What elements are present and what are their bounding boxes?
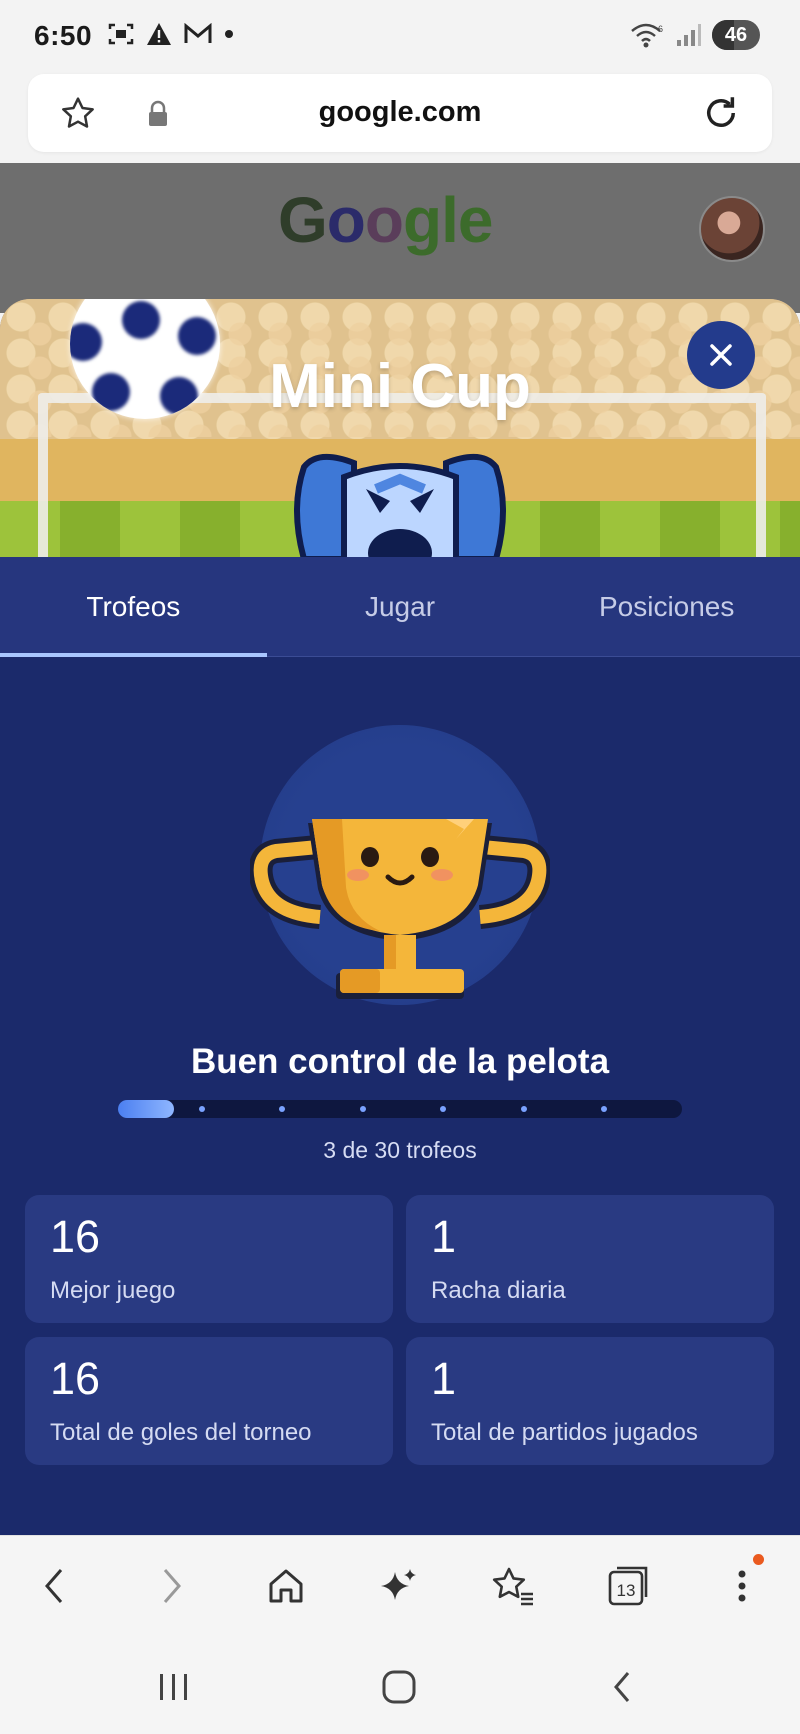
gmail-icon — [184, 23, 212, 43]
mini-cup-panel: Mini Cup Trofeos Jugar Posiciones Buen c… — [0, 299, 800, 1535]
bookmarks-icon[interactable] — [491, 1566, 535, 1606]
trophies-content: Buen control de la pelota 3 de 30 trofeo… — [0, 657, 800, 1535]
status-time: 6:50 — [34, 20, 93, 51]
trophy-progress-fill — [118, 1100, 175, 1118]
home-system-button[interactable] — [374, 1667, 424, 1707]
back-button[interactable] — [24, 1556, 84, 1616]
stat-value: 1 — [431, 1211, 457, 1262]
forward-button[interactable] — [142, 1556, 202, 1616]
battery-indicator: 46 — [712, 20, 760, 50]
google-doodle-logo[interactable]: Google — [278, 183, 493, 257]
address-bar[interactable]: google.com — [28, 74, 772, 152]
stat-card-goles-torneo: 16 Total de goles del torneo — [25, 1337, 393, 1465]
stat-label: Racha diaria — [431, 1277, 566, 1304]
stat-label: Mejor juego — [50, 1277, 176, 1304]
progress-milestone-dot — [279, 1106, 286, 1112]
bookmarks-button[interactable] — [483, 1556, 543, 1616]
system-navigation-bar — [0, 1635, 800, 1734]
more-menu-button[interactable] — [712, 1554, 772, 1616]
svg-text:6: 6 — [658, 24, 663, 34]
trophy-icon — [250, 819, 550, 999]
stat-label: Total de partidos jugados — [431, 1419, 698, 1446]
progress-milestone-dot — [601, 1106, 608, 1112]
stat-card-partidos-jugados: 1 Total de partidos jugados — [406, 1337, 774, 1465]
status-system-icons: 6 46 — [630, 20, 760, 50]
progress-milestone-dot — [520, 1106, 527, 1112]
more-icon[interactable] — [732, 1566, 752, 1606]
tab-posiciones[interactable]: Posiciones — [533, 557, 800, 656]
stat-label: Total de goles del torneo — [50, 1419, 312, 1446]
account-avatar[interactable] — [699, 196, 765, 262]
home-button[interactable] — [256, 1556, 316, 1616]
progress-milestone-dot — [198, 1106, 205, 1112]
stat-value: 16 — [50, 1211, 101, 1262]
browser-bottom-toolbar: 13 — [0, 1535, 800, 1635]
stat-card-mejor-juego: 16 Mejor juego — [25, 1195, 393, 1323]
trophy-progress-text: 3 de 30 trofeos — [323, 1137, 477, 1163]
status-bar: 6:50 6 46 — [0, 0, 800, 70]
stat-card-racha-diaria: 1 Racha diaria — [406, 1195, 774, 1323]
close-button[interactable] — [687, 321, 755, 389]
back-system-button[interactable] — [597, 1667, 647, 1707]
forward-icon[interactable] — [157, 1566, 187, 1606]
trophy-progress-bar — [118, 1100, 682, 1118]
home-circle-icon[interactable] — [381, 1669, 417, 1705]
status-notification-icons — [108, 22, 234, 46]
recent-apps-icon[interactable] — [156, 1672, 192, 1702]
mini-cup-title: Mini Cup — [269, 352, 531, 421]
tabs-button[interactable]: 13 — [597, 1556, 657, 1616]
mascot-graphic — [294, 454, 506, 557]
close-icon[interactable] — [707, 341, 735, 369]
trophy-title: Buen control de la pelota — [190, 1042, 610, 1081]
stat-value: 1 — [431, 1353, 457, 1404]
mini-cup-banner: Mini Cup — [0, 299, 800, 557]
signal-icon — [677, 24, 701, 46]
tabs-count: 13 — [617, 1581, 636, 1600]
url-text[interactable]: google.com — [28, 96, 772, 129]
back-system-icon[interactable] — [610, 1669, 634, 1705]
reload-icon[interactable] — [700, 92, 742, 134]
tab-trofeos[interactable]: Trofeos — [0, 557, 267, 657]
tab-jugar[interactable]: Jugar — [267, 557, 534, 656]
recent-apps-button[interactable] — [149, 1667, 199, 1707]
mini-cup-tabs: Trofeos Jugar Posiciones — [0, 557, 800, 657]
more-notifications-dot-icon — [225, 30, 233, 38]
back-icon[interactable] — [39, 1566, 69, 1606]
progress-milestone-dot — [359, 1106, 366, 1112]
screenshot-icon — [108, 23, 134, 45]
wifi-icon: 6 — [631, 23, 663, 48]
sparkle-icon[interactable] — [379, 1566, 419, 1606]
notification-dot — [753, 1554, 764, 1565]
google-header-dimmed: Google — [0, 163, 800, 313]
tabs-icon[interactable]: 13 — [605, 1566, 649, 1606]
stat-value: 16 — [50, 1353, 101, 1404]
ai-assistant-button[interactable] — [369, 1556, 429, 1616]
warning-icon — [147, 23, 171, 45]
progress-milestone-dot — [440, 1106, 447, 1112]
battery-percentage: 46 — [724, 23, 748, 46]
home-icon[interactable] — [266, 1566, 306, 1606]
